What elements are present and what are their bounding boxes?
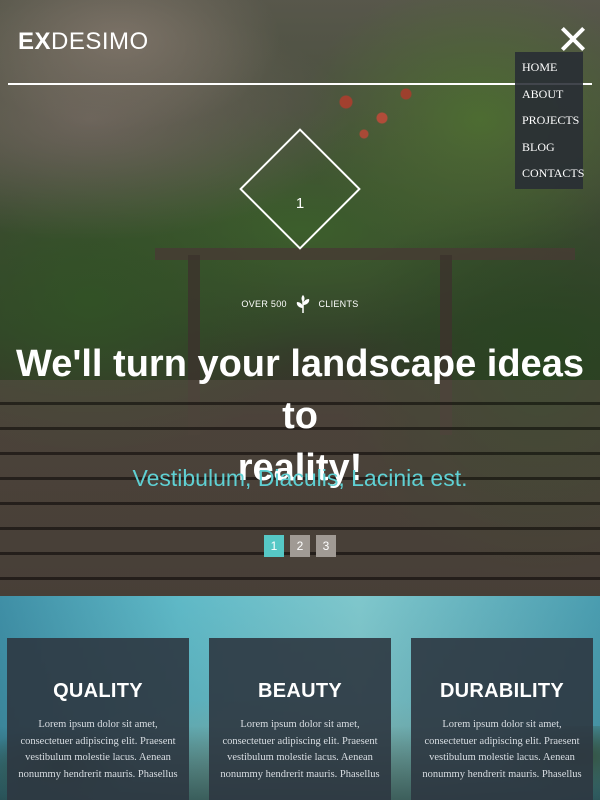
brand-logo[interactable]: EXDESIMO <box>18 28 149 56</box>
slide-number: 1 <box>295 195 305 212</box>
pager-button-1[interactable]: 1 <box>264 535 284 557</box>
leaf-icon <box>296 295 309 313</box>
feature-card-quality: QUALITY Lorem ipsum dolor sit amet, cons… <box>7 638 189 800</box>
feature-text: Lorem ipsum dolor sit amet, consectetuer… <box>220 719 380 780</box>
brand-logo-bold: EX <box>18 28 52 55</box>
feature-text: Lorem ipsum dolor sit amet, consectetuer… <box>422 719 582 780</box>
feature-card-durability: DURABILITY Lorem ipsum dolor sit amet, c… <box>411 638 593 800</box>
hero-subline: Vestibulum, Diaculis, Lacinia est. <box>132 465 468 491</box>
clients-right-text: CLIENTS <box>318 299 359 309</box>
close-icon[interactable] <box>560 26 586 52</box>
feature-title: QUALITY <box>53 680 143 702</box>
clients-left-text: OVER 500 <box>241 299 287 309</box>
header-divider <box>8 83 592 85</box>
hero-flowers <box>310 70 430 150</box>
hero-railing <box>155 248 575 260</box>
brand-logo-rest: DESIMO <box>51 28 149 55</box>
feature-title: DURABILITY <box>439 680 565 702</box>
menu-item-home[interactable]: HOME <box>515 54 583 81</box>
slider-pagination: 1 2 3 <box>264 535 342 557</box>
menu-item-projects[interactable]: PROJECTS <box>515 107 583 134</box>
clients-counter: OVER 500 CLIENTS <box>0 294 600 314</box>
feature-text: Lorem ipsum dolor sit amet, consectetuer… <box>18 719 178 780</box>
feature-title: BEAUTY <box>257 680 343 702</box>
menu-item-blog[interactable]: BLOG <box>515 134 583 161</box>
features-section: QUALITY Lorem ipsum dolor sit amet, cons… <box>0 596 600 800</box>
menu-item-contacts[interactable]: CONTACTS <box>515 160 584 187</box>
nav-menu: HOME ABOUT PROJECTS BLOG CONTACTS <box>515 52 584 189</box>
pager-button-3[interactable]: 3 <box>316 535 336 557</box>
hero-headline-line1: We'll turn your landscape ideas to <box>16 343 584 437</box>
menu-item-about[interactable]: ABOUT <box>515 81 583 108</box>
pager-button-2[interactable]: 2 <box>290 535 310 557</box>
feature-card-beauty: BEAUTY Lorem ipsum dolor sit amet, conse… <box>209 638 391 800</box>
